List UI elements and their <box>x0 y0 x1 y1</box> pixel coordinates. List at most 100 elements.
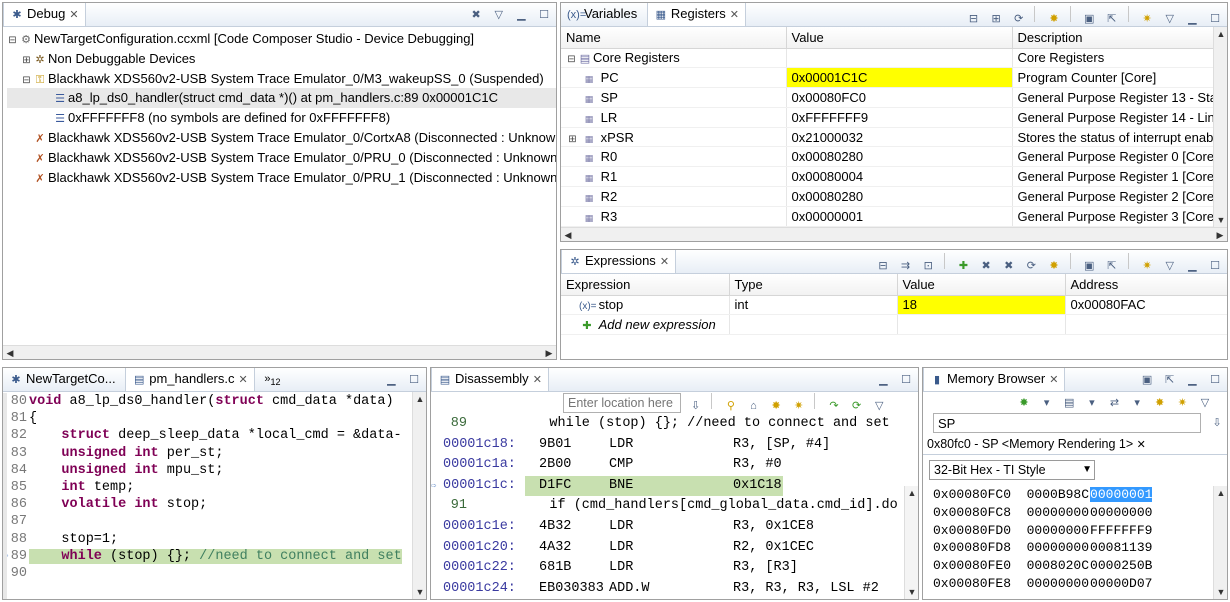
settings-icon[interactable]: ✷ <box>1139 258 1155 274</box>
memory-row[interactable]: 0x00080FD8 0000000000081139 <box>933 539 1211 557</box>
maximize-icon[interactable]: ☐ <box>898 372 914 388</box>
show-source-icon[interactable]: ✷ <box>791 398 807 414</box>
select-all-icon[interactable]: ⇉ <box>898 258 914 274</box>
new-view-icon[interactable]: ▣ <box>1081 258 1097 274</box>
settings-icon[interactable]: ✷ <box>1139 11 1155 27</box>
memory-word[interactable]: 00000000 <box>1027 576 1089 591</box>
dropdown-icon[interactable]: ▾ <box>1039 395 1055 411</box>
tab-expressions[interactable]: ✲ Expressions ✕ <box>561 250 677 273</box>
maximize-icon[interactable]: ☐ <box>1207 11 1223 27</box>
memory-word[interactable]: 00000000 <box>1027 523 1089 538</box>
disassembly-instruction[interactable]: 00001c20: 4A32 LDR R2, 0x1CEC <box>431 538 902 559</box>
tab-memory-browser[interactable]: ▮ Memory Browser ✕ <box>923 368 1066 391</box>
debug-tree-item[interactable]: ✗ Blackhawk XDS560v2-USB System Trace Emu… <box>7 128 556 148</box>
expression-row[interactable]: (x)= stop int 18 0x00080FAC <box>561 295 1227 316</box>
code-line[interactable]: 84 unsigned int mpu_st; <box>7 462 410 479</box>
memory-row[interactable]: 0x00080FC0 0000B98C00000001 <box>933 486 1211 504</box>
column-value[interactable]: Value <box>786 27 1013 49</box>
collapse-toggle-icon[interactable]: ⊟ <box>566 54 577 65</box>
disassembly-vertical-scrollbar[interactable]: ▲ ▼ <box>904 486 918 599</box>
dropdown-icon[interactable]: ▾ <box>1084 395 1100 411</box>
link-source-icon[interactable]: ⚲ <box>723 398 739 414</box>
save-icon[interactable]: ▤ <box>1061 395 1077 411</box>
code-line[interactable]: 89 while (stop) {}; //need to connect an… <box>7 548 410 565</box>
collapse-all-icon[interactable]: ⊟ <box>875 258 891 274</box>
disassembly-instruction[interactable]: 00001c24: EB030383 ADD.W R3, R3, R3, LSL #2 <box>431 579 902 599</box>
disassembly-source-line[interactable]: 89 while (stop) {}; //need to connect an… <box>431 414 902 435</box>
add-new-expression-row[interactable]: ✚ Add new expression <box>561 314 1227 336</box>
debug-tree-item[interactable]: ✗ Blackhawk XDS560v2-USB System Trace Emu… <box>7 168 556 188</box>
debug-tree-item[interactable]: ⊟ ⚙ NewTargetConfiguration.ccxml [Code Com… <box>7 29 556 49</box>
close-icon[interactable]: ✕ <box>730 9 739 21</box>
register-value[interactable]: 0x00080FC0 <box>786 87 1013 108</box>
memory-row[interactable]: 0x00080FE8 0000000000000D07 <box>933 575 1211 593</box>
view-menu-icon[interactable]: ▽ <box>491 7 507 23</box>
debug-tree-item[interactable]: ☰ 0xFFFFFFF8 (no symbols are defined for … <box>7 108 556 128</box>
scroll-down-icon[interactable]: ▼ <box>413 585 426 599</box>
add-new-expression[interactable]: Add new expression <box>599 317 716 332</box>
go-icon[interactable]: ✸ <box>1016 395 1032 411</box>
code-line[interactable]: 82 struct deep_sleep_data *local_cmd = &… <box>7 427 410 444</box>
link-icon[interactable]: ⇄ <box>1107 395 1123 411</box>
collapse-all-icon[interactable]: ⊟ <box>966 11 982 27</box>
column-name[interactable]: Name <box>561 27 787 49</box>
close-icon[interactable]: ✕ <box>1137 439 1146 451</box>
maximize-icon[interactable]: ☐ <box>1207 372 1223 388</box>
memory-word[interactable]: 00000000 <box>1027 505 1089 520</box>
register-row[interactable]: ▦ PC 0x00001C1C Program Counter [Core] <box>561 67 1216 89</box>
register-row[interactable]: ▦ R0 0x00080280 General Purpose Register 0… <box>561 146 1216 168</box>
more-tabs-button[interactable]: »12 <box>258 368 286 391</box>
debug-tree-item[interactable]: ⊞ ✲ Non Debuggable Devices <box>7 49 556 69</box>
scroll-left-icon[interactable]: ◀ <box>3 346 17 359</box>
scroll-left-icon[interactable]: ◀ <box>561 228 575 241</box>
code-line[interactable]: 88 stop=1; <box>7 531 410 548</box>
memory-word[interactable]: 0008020C <box>1027 558 1089 573</box>
register-group-row[interactable]: ⊟ ▤ Core Registers Core Registers <box>561 48 1216 69</box>
column-type[interactable]: Type <box>729 274 898 296</box>
refresh-icon[interactable]: ⟳ <box>849 398 865 414</box>
disassembly-source-line[interactable]: 91 if (cmd_handlers[cmd_global_data.cmd_… <box>431 496 902 517</box>
code-line[interactable]: 90 <box>7 565 410 582</box>
memory-word[interactable]: 00081139 <box>1090 540 1152 555</box>
new-view-icon[interactable]: ▣ <box>1081 11 1097 27</box>
tab-variables[interactable]: (x)=Variables <box>561 3 643 26</box>
tab-registers[interactable]: ▦ Registers ✕ <box>646 3 746 26</box>
refresh-icon[interactable]: ⟳ <box>1011 11 1027 27</box>
settings-icon[interactable]: ✷ <box>1174 395 1190 411</box>
code-editor[interactable]: 80 void a8_lp_ds0_handler(struct cmd_data… <box>3 393 410 599</box>
disassembly-instruction[interactable]: 00001c22: 681B LDR R3, [R3] <box>431 558 902 579</box>
new-view-icon[interactable]: ▣ <box>1139 372 1155 388</box>
close-icon[interactable]: ✕ <box>69 9 78 21</box>
column-description[interactable]: Description <box>1012 27 1216 49</box>
home-icon[interactable]: ⌂ <box>746 398 762 414</box>
registers-horizontal-scrollbar[interactable]: ◀ ▶ <box>561 227 1227 241</box>
scroll-right-icon[interactable]: ▶ <box>1213 228 1227 241</box>
expand-icon[interactable]: ⊞ <box>988 11 1004 27</box>
disassembly-instruction[interactable]: 00001c1c: D1FC BNE 0x1C18 ⇨ <box>431 475 902 497</box>
scroll-up-icon[interactable]: ▲ <box>1214 486 1227 500</box>
debug-tree-item[interactable]: ✗ Blackhawk XDS560v2-USB System Trace Emu… <box>7 148 556 168</box>
close-icon[interactable]: ✕ <box>1049 374 1058 386</box>
remove-all-icon[interactable]: ✖ <box>1001 258 1017 274</box>
expression-value[interactable]: 18 <box>897 295 1066 316</box>
memory-rendering-tab[interactable]: 0x80fc0 - SP <Memory Rendering 1> ✕ <box>923 435 1150 453</box>
register-value[interactable]: 0x21000032 <box>786 127 1013 148</box>
code-line[interactable]: 86 volatile int stop; <box>7 496 410 513</box>
debug-tree-item[interactable]: ⊟ ⚿ Blackhawk XDS560v2-USB System Trace Em… <box>7 69 556 89</box>
disassembly-instruction[interactable]: 00001c1e: 4B32 LDR R3, 0x1CE8 <box>431 517 902 538</box>
tab-target-config[interactable]: ✱ NewTargetCo... <box>3 368 122 391</box>
memory-format-select[interactable]: 32-Bit Hex - TI Style ▼ <box>929 460 1095 480</box>
memory-word[interactable]: 00000000 <box>1090 505 1152 520</box>
collapse-icon[interactable]: ⊡ <box>920 258 936 274</box>
code-line[interactable]: 85 int temp; <box>7 479 410 496</box>
disassembly-listing[interactable]: 89 while (stop) {}; //need to connect an… <box>431 414 902 599</box>
memory-row[interactable]: 0x00080FE0 0008020C0000250B <box>933 557 1211 575</box>
minimize-icon[interactable]: ▁ <box>1184 11 1200 27</box>
scroll-down-icon[interactable]: ▼ <box>905 585 918 599</box>
close-icon[interactable]: ✕ <box>533 374 542 386</box>
memory-word[interactable]: 0000B98C <box>1027 487 1089 502</box>
close-icon[interactable]: ✕ <box>239 374 248 386</box>
disassembly-instruction[interactable]: 00001c1a: 2B00 CMP R3, #0 <box>431 455 902 476</box>
code-line[interactable]: 87 <box>7 513 410 530</box>
view-menu-icon[interactable]: ▽ <box>1197 395 1213 411</box>
